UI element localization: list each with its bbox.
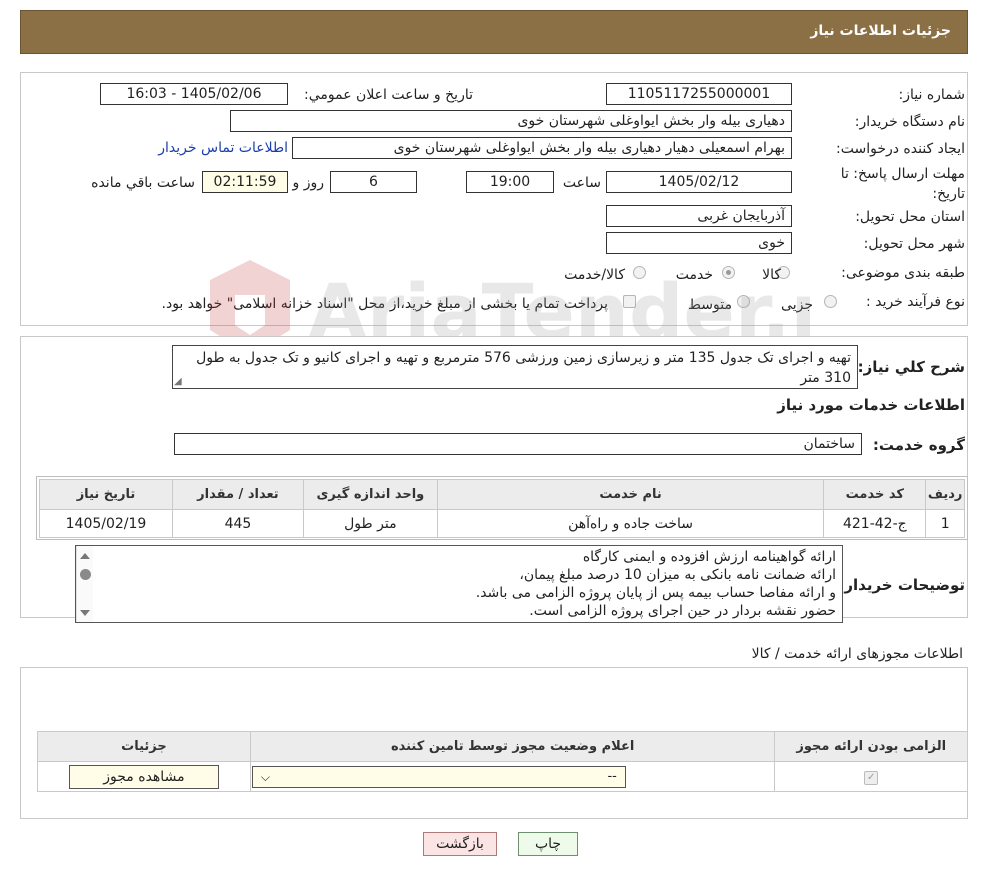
time-remaining-label: ساعت باقي مانده — [91, 175, 195, 191]
deadline-time-field: 19:00 — [466, 171, 554, 193]
process-medium-radio[interactable] — [737, 295, 750, 308]
print-button[interactable]: چاپ — [518, 832, 578, 856]
buyer-org-field: دهیاری بیله وار بخش ایواوغلی شهرستان خوی — [230, 110, 792, 132]
category-goods-service-label: کالا/خدمت — [564, 267, 625, 283]
process-minor-label: جزیی — [781, 297, 813, 313]
col-name-header: نام خدمت — [436, 479, 825, 510]
chevron-down-icon: ⌵ — [260, 769, 270, 784]
col-unit-header: واحد اندازه گيری — [302, 479, 438, 510]
service-group-label: گروه خدمت: — [872, 436, 965, 454]
col-permit-status-header: اعلام وضعیت مجوز توسط تامین کننده — [249, 731, 776, 762]
deadline-label: مهلت ارسال پاسخ: تا تاریخ: — [840, 166, 965, 202]
process-medium-label: متوسط — [688, 297, 732, 313]
city-label: شهر محل تحویل: — [863, 236, 965, 252]
services-table: رديف كد خدمت نام خدمت واحد اندازه گيری ت… — [39, 479, 965, 538]
view-permit-button[interactable]: مشاهده مجوز — [68, 764, 219, 789]
back-button[interactable]: بازگشت — [423, 832, 497, 856]
permit-details-cell: مشاهده مجوز — [37, 761, 251, 792]
col-code-header: كد خدمت — [823, 479, 927, 510]
buyer-notes-text[interactable]: ارائه گواهینامه ارزش افزوده و ایمنی کارگ… — [75, 545, 843, 623]
permits-table: الزامی بودن ارائه مجوز اعلام وضعیت مجوز … — [37, 731, 968, 792]
time-remaining-field: 02:11:59 — [202, 171, 288, 193]
announce-datetime-label: تاريخ و ساعت اعلان عمومي: — [304, 87, 473, 103]
col-permit-required-header: الزامی بودن ارائه مجوز — [774, 731, 968, 762]
table-row: 1 ج-42-421 ساخت جاده و راه‌آهن متر طول 4… — [39, 509, 965, 538]
buyer-contact-link[interactable]: اطلاعات تماس خریدار — [158, 140, 288, 156]
service-need-date: 1405/02/19 — [39, 509, 173, 538]
request-creator-field: بهرام اسمعیلی دهیار دهیاری بیله وار بخش … — [292, 137, 792, 159]
service-unit: متر طول — [302, 509, 438, 538]
days-label: روز و — [292, 175, 325, 191]
request-creator-label: ایجاد کننده درخواست: — [836, 141, 965, 157]
scroll-thumb[interactable] — [80, 569, 91, 580]
province-label: استان محل تحویل: — [855, 209, 965, 225]
scroll-down-icon[interactable] — [80, 610, 90, 616]
col-qty-header: تعداد / مقدار — [172, 479, 304, 510]
announce-datetime-field: 1405/02/06 - 16:03 — [100, 83, 288, 105]
services-section-title: اطلاعات خدمات مورد نياز — [777, 396, 965, 414]
permit-status-value: -- — [607, 768, 617, 784]
scroll-up-icon[interactable] — [80, 553, 90, 559]
col-row-header: رديف — [925, 479, 965, 510]
deadline-time-label: ساعت — [562, 175, 601, 191]
category-goods-label: کالا — [762, 267, 781, 283]
service-code: ج-42-421 — [823, 509, 927, 538]
category-service-radio[interactable] — [722, 266, 735, 279]
treasury-bonds-note: پرداخت تمام یا بخشی از مبلغ خرید،از محل … — [161, 296, 608, 312]
need-summary-text: تهیه و اجرای تک جدول 135 متر و زیرسازی ز… — [172, 345, 858, 389]
buyer-notes-scrollbar[interactable] — [76, 546, 93, 622]
service-quantity: 445 — [172, 509, 304, 538]
permit-status-select[interactable]: -- ⌵ — [251, 765, 626, 788]
table-row: ✓ -- ⌵ مشاهده مجوز — [37, 761, 968, 792]
need-number-field: 1105117255000001 — [606, 83, 792, 105]
permits-section-title: اطلاعات مجوزهای ارائه خدمت / کالا — [751, 646, 963, 662]
page-title: جزئیات اطلاعات نیاز — [810, 23, 951, 39]
col-permit-details-header: جزئیات — [37, 731, 251, 762]
province-field: آذربایجان غربی — [606, 205, 792, 227]
col-date-header: تاريخ نياز — [39, 479, 173, 510]
deadline-date-field: 1405/02/12 — [606, 171, 792, 193]
category-service-label: خدمت — [675, 267, 713, 283]
need-number-label: شماره نیاز: — [898, 87, 966, 103]
buyer-note-line-1: ارائه گواهینامه ارزش افزوده و ایمنی کارگ… — [582, 549, 836, 565]
service-group-field: ساختمان — [174, 433, 862, 455]
purchase-process-label: نوع فرآیند خرید : — [866, 294, 965, 310]
page-header: جزئیات اطلاعات نیاز — [20, 10, 968, 54]
need-summary-label: شرح كلي نياز: — [857, 358, 965, 376]
row-number: 1 — [925, 509, 965, 538]
resize-handle-icon[interactable]: ◢ — [174, 376, 182, 387]
buyer-org-label: نام دستگاه خریدار: — [854, 114, 965, 130]
permits-table-header: الزامی بودن ارائه مجوز اعلام وضعیت مجوز … — [37, 731, 968, 762]
services-table-header: رديف كد خدمت نام خدمت واحد اندازه گيری ت… — [39, 479, 965, 510]
buyer-note-line-3: و ارائه مفاصا حساب بیمه پس از پایان پروژ… — [475, 585, 836, 601]
process-minor-radio[interactable] — [824, 295, 837, 308]
buyer-note-line-4: حضور نقشه بردار در حین اجرای پروژه الزام… — [529, 603, 836, 619]
category-label: طبقه بندی موضوعی: — [841, 265, 965, 281]
permit-required-cell: ✓ — [774, 761, 968, 792]
treasury-bonds-checkbox[interactable] — [623, 295, 636, 308]
category-goods-service-radio[interactable] — [633, 266, 646, 279]
buyer-note-line-2: ارائه ضمانت نامه بانکی به میزان 10 درصد … — [519, 567, 836, 583]
buyer-notes-label: توضیحات خریدار: — [838, 576, 965, 594]
days-remaining-field: 6 — [330, 171, 417, 193]
city-field: خوی — [606, 232, 792, 254]
service-name: ساخت جاده و راه‌آهن — [436, 509, 825, 538]
permit-status-cell: -- ⌵ — [249, 761, 776, 792]
permit-required-checkbox: ✓ — [864, 771, 879, 785]
